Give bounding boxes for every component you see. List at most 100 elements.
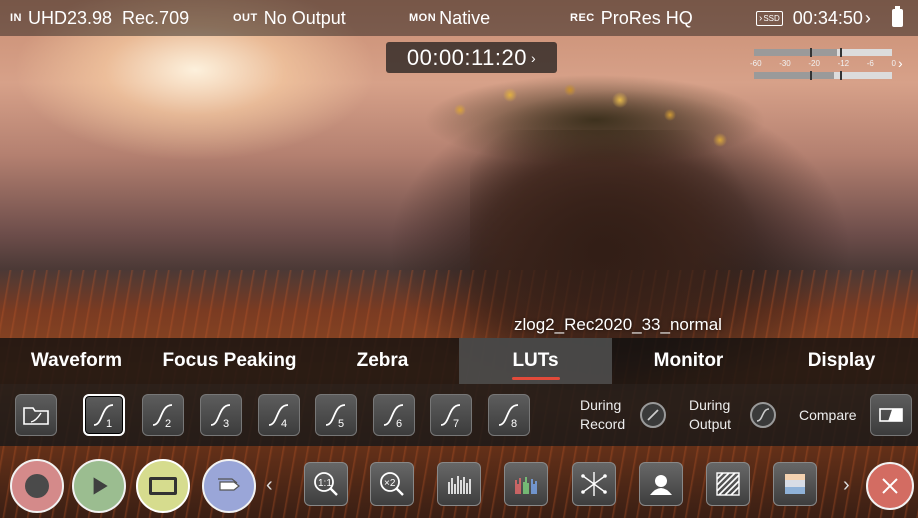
- lut-slot-6-button[interactable]: 6: [373, 394, 415, 436]
- zoom-1-1-icon: 1:1: [314, 472, 338, 496]
- media-status[interactable]: › SSD 00:34:50 ›: [756, 0, 871, 36]
- lut-slot-4-button[interactable]: 4: [258, 394, 300, 436]
- monitor-icon: [149, 477, 177, 495]
- close-button[interactable]: [866, 462, 914, 510]
- lut-slot-3-button[interactable]: 3: [200, 394, 242, 436]
- audio-meter-ch1-level: [754, 49, 837, 56]
- audio-peak-marker: [810, 48, 812, 57]
- lut-curve-icon: 2: [152, 404, 173, 430]
- lut-slot-2-button[interactable]: 2: [142, 394, 184, 436]
- tab-display[interactable]: Display: [765, 338, 918, 384]
- timecode-display[interactable]: 00:00:11:20 ›: [386, 42, 557, 73]
- record-status[interactable]: REC ProRes HQ: [570, 0, 693, 36]
- play-button[interactable]: [72, 459, 126, 513]
- vectorscope-button[interactable]: [572, 462, 616, 506]
- during-record-toggle[interactable]: [640, 402, 666, 428]
- lut-slot-5-button[interactable]: 5: [315, 394, 357, 436]
- svg-text:3: 3: [223, 418, 229, 430]
- close-icon: [882, 478, 898, 494]
- timecode-value: 00:00:11:20: [406, 44, 527, 70]
- tab-waveform[interactable]: Waveform: [0, 338, 153, 384]
- compare-label: Compare: [799, 407, 857, 423]
- zoom-x2-icon: ×2: [380, 472, 404, 496]
- person-icon: [650, 475, 672, 495]
- lut-file-label: zlog2_Rec2020_33_normal: [514, 315, 722, 334]
- during-output-label: During Output: [689, 396, 731, 434]
- lut-slot-7-button[interactable]: 7: [430, 394, 472, 436]
- audio-peak-marker: [840, 48, 842, 57]
- out-tag: OUT: [233, 12, 258, 24]
- zebra-tool-button[interactable]: [706, 462, 750, 506]
- chevron-right-icon[interactable]: ›: [843, 474, 850, 497]
- in-tag: IN: [10, 12, 22, 24]
- chevron-right-icon: ›: [530, 49, 537, 66]
- during-output-label-line1: During: [689, 397, 731, 413]
- meter-scale-label: -20: [808, 59, 820, 68]
- monitor-mode-button[interactable]: [136, 459, 190, 513]
- output-value: No Output: [263, 7, 346, 28]
- play-icon: [93, 477, 108, 495]
- chevron-right-icon: ›: [864, 7, 871, 28]
- audio-meter-ch2: [754, 71, 892, 80]
- media-ssd-icon: › SSD: [756, 10, 783, 26]
- compare-button[interactable]: [870, 394, 912, 436]
- zoom-1-1-button[interactable]: 1:1: [304, 462, 348, 506]
- meter-scale-label: -6: [866, 59, 874, 68]
- meter-scale-label: -30: [779, 59, 791, 68]
- meter-scale-label: -12: [837, 59, 850, 68]
- svg-text:×2: ×2: [384, 478, 396, 489]
- tag-icon: [218, 478, 240, 491]
- tab-luts[interactable]: LUTs: [459, 338, 612, 384]
- lut-curve-icon: 4: [268, 404, 289, 430]
- lut-slot-8-button[interactable]: 8: [488, 394, 530, 436]
- svg-text:4: 4: [281, 418, 287, 430]
- zebra-stripes-icon: [716, 472, 740, 496]
- lut-curve-icon: 5: [325, 404, 346, 430]
- zoom-x2-button[interactable]: ×2: [370, 462, 414, 506]
- lut-curve-icon: 1: [93, 404, 114, 430]
- color-bars-button[interactable]: [773, 462, 817, 506]
- chevron-left-icon[interactable]: ‹: [266, 474, 273, 497]
- input-status[interactable]: IN UHD23.98 Rec.709: [10, 0, 189, 36]
- monitor-status[interactable]: MON Native: [409, 0, 490, 36]
- tool-tabs: Waveform Focus Peaking Zebra LUTs Monito…: [0, 338, 918, 384]
- meter-scale-label: 0: [891, 59, 896, 68]
- rgb-parade-icon: [515, 477, 537, 494]
- output-status[interactable]: OUT No Output: [233, 0, 346, 36]
- vectorscope-icon: [581, 472, 607, 496]
- audio-meters[interactable]: -60 -30 -20 -12 -6 0 ›: [750, 45, 903, 83]
- split-compare-icon: [879, 408, 903, 422]
- chevron-right-icon: ›: [898, 55, 903, 71]
- color-gradient-icon: [785, 474, 805, 494]
- record-icon: [25, 474, 49, 498]
- remaining-time: 00:34:50: [792, 7, 863, 28]
- tab-focus-peaking[interactable]: Focus Peaking: [153, 338, 306, 384]
- during-record-label-line2: Record: [580, 416, 626, 432]
- svg-text:1: 1: [106, 418, 112, 430]
- battery-status[interactable]: [892, 0, 903, 36]
- mon-tag: MON: [409, 12, 437, 24]
- video-flower-wreath: [420, 60, 770, 180]
- lut-curve-icon: 3: [210, 404, 231, 430]
- tab-zebra[interactable]: Zebra: [306, 338, 459, 384]
- lut-slot-1-button[interactable]: 1: [83, 394, 125, 436]
- tag-button[interactable]: [202, 459, 256, 513]
- svg-text:6: 6: [396, 418, 402, 430]
- tab-monitor[interactable]: Monitor: [612, 338, 765, 384]
- lut-curve-icon: 7: [440, 404, 461, 430]
- bottom-toolbar: ‹ 1:1 ×2 ›: [0, 450, 918, 518]
- svg-text:8: 8: [511, 418, 517, 430]
- record-button[interactable]: [10, 459, 64, 513]
- lut-curve-icon: [756, 408, 770, 422]
- slash-icon: [647, 409, 659, 421]
- during-output-toggle[interactable]: [750, 402, 776, 428]
- lut-curve-icon: 8: [498, 404, 519, 430]
- waveform-tool-button[interactable]: [437, 462, 481, 506]
- rgb-parade-button[interactable]: [504, 462, 548, 506]
- lut-folder-button[interactable]: [15, 394, 57, 436]
- false-color-button[interactable]: [639, 462, 683, 506]
- lut-panel: 1 2 3 4 5 6 7 8 During Record During Out…: [0, 384, 918, 446]
- audio-meter-scale: -60 -30 -20 -12 -6 0: [750, 59, 896, 68]
- svg-text:7: 7: [453, 418, 459, 430]
- battery-icon: [892, 6, 903, 27]
